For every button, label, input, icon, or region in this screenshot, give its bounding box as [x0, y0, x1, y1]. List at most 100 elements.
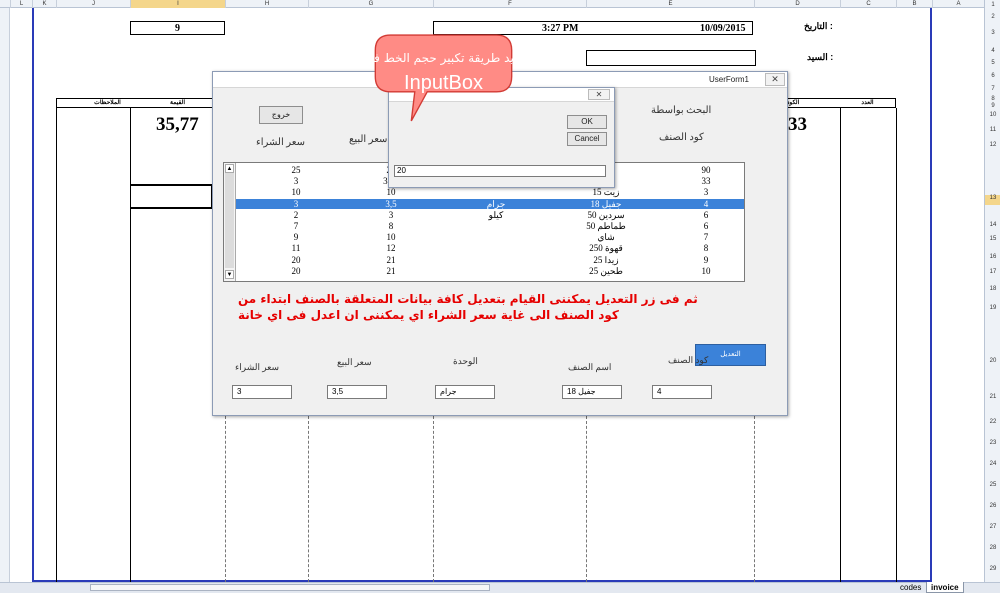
userform-title: UserForm1 [708, 75, 749, 84]
value-header: القيمة [169, 100, 186, 106]
row-header-27[interactable]: 27 [985, 524, 1000, 534]
scroll-thumb[interactable] [225, 173, 234, 268]
list-cell-code: 6 [703, 221, 709, 231]
column-header-b[interactable]: B [896, 0, 932, 8]
row-header-16[interactable]: 16 [985, 254, 1000, 264]
column-header-g[interactable]: G [308, 0, 433, 8]
ok-button[interactable]: OK [567, 115, 607, 129]
list-cell-name: طماطم 50 [586, 221, 626, 231]
row-header-3[interactable]: 3 [985, 30, 1000, 40]
list-item[interactable]: 4 جفيل 18 جرام 3,5 3 [236, 198, 744, 209]
row-header-5[interactable]: 5 [985, 60, 1000, 70]
list-item[interactable]: 6 طماطم 50 8 7 [236, 221, 744, 231]
list-item[interactable]: 8 قهوة 250 12 11 [236, 243, 744, 253]
horizontal-scrollbar[interactable] [90, 584, 490, 591]
row-header-6[interactable]: 6 [985, 73, 1000, 83]
unit-field[interactable]: جرام [435, 385, 495, 399]
invoice-number-cell[interactable]: 9 [130, 21, 225, 35]
list-cell-purchase: 2 [293, 209, 299, 220]
list-cell-code: 6 [703, 209, 709, 220]
sale-field[interactable]: 3,5 [327, 385, 387, 399]
row-header-23[interactable]: 23 [985, 440, 1000, 450]
row-header-20[interactable]: 20 [985, 358, 1000, 368]
row-header-4[interactable]: 4 [985, 48, 1000, 58]
list-cell-name: سردين 50 [587, 209, 625, 220]
list-cell-purchase: 7 [293, 221, 299, 231]
row-header-18[interactable]: 18 [985, 286, 1000, 296]
row-header-1[interactable]: 1 [985, 2, 1000, 12]
customer-name-cell[interactable] [586, 50, 756, 66]
invoice-number: 9 [175, 23, 180, 34]
annotation-note-line1: ثم فى زر التعديل يمكننى القيام بتعديل كا… [238, 292, 698, 306]
row-header-29[interactable]: 29 [985, 566, 1000, 576]
row-header-7[interactable]: 7 [985, 86, 1000, 96]
selected-cell[interactable] [130, 184, 213, 209]
code-field[interactable]: 4 [652, 385, 712, 399]
row-header-25[interactable]: 25 [985, 482, 1000, 492]
tab-invoice[interactable]: invoice [926, 582, 964, 593]
left-margin [0, 8, 10, 582]
column-header-h[interactable]: H [225, 0, 308, 8]
list-cell-sale: 8 [388, 221, 394, 231]
list-item[interactable]: 10 طحين 25 21 20 [236, 266, 744, 276]
list-cell-name: طحين 25 [589, 265, 623, 276]
list-cell-code: 10 [701, 265, 711, 276]
row-header-17[interactable]: 17 [985, 269, 1000, 279]
cancel-button[interactable]: Cancel [567, 132, 607, 146]
column-header-j[interactable]: J [56, 0, 130, 8]
column-header-d[interactable]: D [754, 0, 840, 8]
column-header-i[interactable]: I [130, 0, 225, 8]
list-cell-purchase: 20 [291, 254, 301, 265]
list-item[interactable]: 9 زيدا 25 21 20 [236, 255, 744, 265]
excel-window: LKJIHGFEDCBA 1 2 3 4 5 6 7 8 9 10 11 12 13 14 15 16 17 18… [0, 0, 1000, 593]
table-border-left [56, 108, 57, 582]
list-cell-name: قهوة 250 [589, 243, 623, 254]
column-header-e[interactable]: E [586, 0, 754, 8]
callout-text-line2: InputBox [404, 72, 483, 94]
column-header-l[interactable]: L [10, 0, 32, 8]
name-field[interactable]: جفيل 18 [562, 385, 622, 399]
time-value: 3:27 PM [542, 23, 579, 34]
list-item[interactable]: 6 سردين 50 كيلو 3 2 [236, 210, 744, 220]
table-border [840, 108, 841, 582]
row-header-14[interactable]: 14 [985, 222, 1000, 232]
row-header-21[interactable]: 21 [985, 394, 1000, 404]
list-cell-code: 8 [703, 243, 709, 254]
row-header-28[interactable]: 28 [985, 545, 1000, 555]
sale-price-label: سعر البيع [349, 134, 388, 145]
row-header-26[interactable]: 26 [985, 503, 1000, 513]
inputbox-field[interactable]: 20 [394, 165, 606, 177]
list-cell-code: 7 [703, 232, 709, 243]
column-header-a[interactable]: A [932, 0, 984, 8]
row-header-10[interactable]: 10 [985, 112, 1000, 122]
field-code-label: كود الصنف [668, 355, 709, 365]
row-header-12[interactable]: 12 [985, 142, 1000, 152]
column-header-k[interactable]: K [32, 0, 56, 8]
list-cell-sale: 21 [386, 254, 396, 265]
column-header-f[interactable]: F [433, 0, 586, 8]
list-item[interactable]: 3 زيت 15 10 10 [236, 187, 744, 197]
row-header-11[interactable]: 11 [985, 127, 1000, 137]
row-header-2[interactable]: 2 [985, 14, 1000, 24]
exit-button[interactable]: خروج [259, 106, 303, 124]
close-icon[interactable]: ✕ [765, 73, 785, 86]
scroll-up-icon[interactable]: ▲ [225, 164, 234, 173]
list-item[interactable]: 7 شاي 10 9 [236, 232, 744, 242]
list-cell-code: 9 [703, 254, 709, 265]
close-icon[interactable]: ✕ [588, 89, 610, 100]
listbox-scrollbar[interactable]: ▲ ▼ [224, 163, 236, 281]
row-header-15[interactable]: 15 [985, 236, 1000, 246]
row-header-19[interactable]: 19 [985, 305, 1000, 315]
row-header-13[interactable]: 13 [985, 195, 1000, 205]
purchase-field[interactable]: 3 [232, 385, 292, 399]
column-header-c[interactable]: C [840, 0, 896, 8]
row-header-22[interactable]: 22 [985, 419, 1000, 429]
scroll-down-icon[interactable]: ▼ [225, 270, 234, 279]
row-header-24[interactable]: 24 [985, 461, 1000, 471]
table-gridline [433, 416, 434, 582]
tab-codes[interactable]: codes [896, 582, 925, 593]
list-cell-code: 90 [701, 165, 711, 175]
list-cell-name: زيدا 25 [593, 254, 619, 265]
list-cell-code: 3 [703, 187, 709, 198]
list-cell-sale: 10 [386, 232, 396, 243]
